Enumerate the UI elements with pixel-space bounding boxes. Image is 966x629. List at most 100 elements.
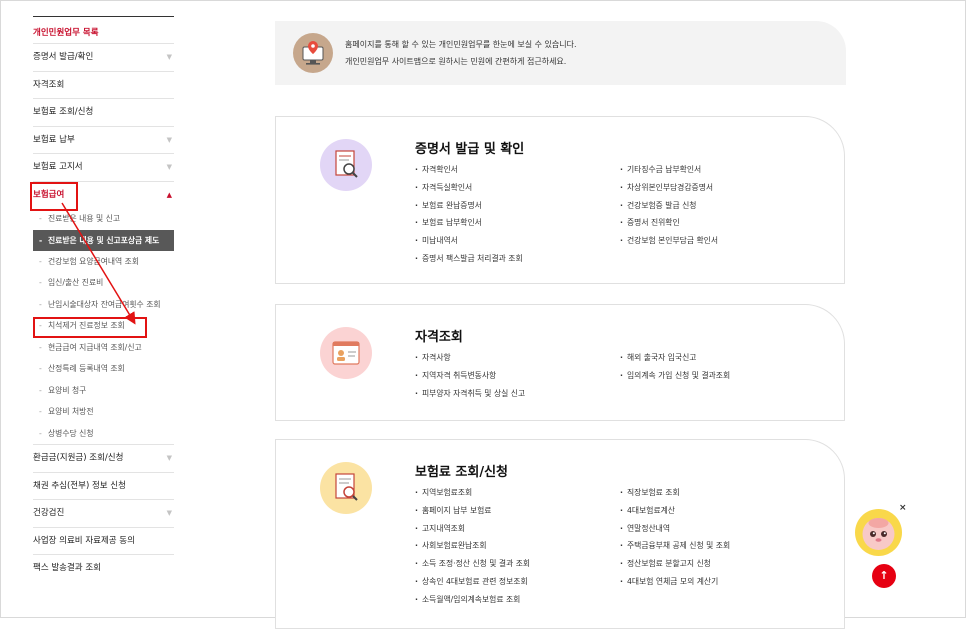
sidebar-sub-item[interactable]: - 난임시술대상자 잔여급여횟수 조회 (33, 294, 174, 316)
card-link[interactable]: 사회보험료완납조회 (415, 537, 530, 555)
card-link[interactable]: 주택금융부채 공제 신청 및 조회 (620, 537, 730, 555)
card-link[interactable]: 보험료 납부확인서 (415, 214, 523, 232)
card-title: 자격조회 (415, 330, 463, 345)
sidebar-item-label: 보험료 고지서 (33, 162, 83, 172)
sidebar-sub-item[interactable]: - 임신/출산 진료비 (33, 272, 174, 294)
dash-icon: - (39, 342, 42, 352)
chevron-down-icon: ▼ (166, 135, 172, 144)
sidebar-sub-item[interactable]: - 요양비 청구 (33, 380, 174, 402)
card-link[interactable]: 소득월액/임의계속보험료 조회 (415, 591, 530, 609)
banner-line-1: 홈페이지를 통해 할 수 있는 개인민원업무를 한눈에 보실 수 있습니다. (345, 40, 577, 49)
card-link[interactable]: 4대보험료계산 (620, 502, 730, 520)
card-link[interactable]: 임의계속 가입 신청 및 결과조회 (620, 367, 730, 385)
card-link[interactable]: 연말정산내역 (620, 520, 730, 538)
card-link[interactable]: 고지내역조회 (415, 520, 530, 538)
card-link[interactable]: 소득 조정·정산 신청 및 결과 조회 (415, 555, 530, 573)
dash-icon: - (39, 214, 42, 223)
card-certificate: 증명서 발급 및 확인 자격확인서자격득실확인서보험료 완납증명서보험료 납부확… (275, 116, 845, 284)
sidebar-item-0[interactable]: 증명서 발급/확인 ▼ (33, 43, 174, 71)
sidebar-heading: 개인민원업무 목록 (33, 28, 99, 38)
sidebar-sub-item[interactable]: - 상병수당 신청 (33, 423, 174, 445)
sidebar-item-label: 건강검진 (33, 508, 65, 518)
sidebar-sub-item-label: 현금급여 지급내역 조회/신고 (48, 342, 142, 352)
sidebar-item-label: 채권 추심(전부) 정보 신청 (33, 480, 126, 491)
chevron-down-icon: ▼ (166, 509, 172, 517)
dash-icon: - (39, 364, 42, 373)
card-link[interactable]: 건강보험증 발급 신청 (620, 197, 718, 215)
sidebar-item-after-4[interactable]: 팩스 발송결과 조회 (33, 554, 174, 582)
card-link[interactable]: 차상위본인부담경감증명서 (620, 179, 718, 197)
card-link[interactable]: 해외 출국자 입국신고 (620, 349, 730, 367)
certificate-search-icon (320, 139, 372, 191)
sidebar-item-after-1[interactable]: 채권 추심(전부) 정보 신청 (33, 471, 174, 500)
sidebar-item-label: 보험료 납부 (33, 134, 75, 145)
card-link[interactable]: 지역자격 취득변동사항 (415, 367, 525, 385)
card-left-list: 지역보험료조회홈페이지 납부 보험료고지내역조회사회보험료완납조회소득 조정·정… (415, 484, 530, 609)
sidebar-sub-item[interactable]: - 진료받은 내용 및 신고 (33, 208, 174, 230)
sidebar-sub-item[interactable]: - 진료받은 내용 및 신고포상금 제도 (33, 229, 174, 251)
sidebar-sub-item[interactable]: - 요양비 처방전 (33, 401, 174, 423)
sidebar-item-label: 사업장 의료비 자료제공 동의 (33, 535, 135, 546)
sidebar-item-3[interactable]: 보험료 납부 ▼ (33, 125, 174, 154)
close-icon[interactable]: × (899, 503, 907, 513)
monitor-location-icon (293, 33, 333, 73)
sidebar-item-after-2[interactable]: 건강검진 ▼ (33, 499, 174, 527)
sidebar-sub-item[interactable]: - 현금급여 지급내역 조회/신고 (33, 337, 174, 359)
card-left-list: 자격확인서자격득실확인서보험료 완납증명서보험료 납부확인서미납내역서증명서 팩… (415, 161, 523, 268)
sidebar-sub-item-label: 상병수당 신청 (48, 428, 94, 438)
card-title: 증명서 발급 및 확인 (415, 142, 525, 157)
card-right-list: 해외 출국자 입국신고임의계속 가입 신청 및 결과조회 (620, 349, 730, 385)
dash-icon: - (39, 235, 43, 245)
sidebar-item-after-3[interactable]: 사업장 의료비 자료제공 동의 (33, 526, 174, 555)
banner-line-2: 개인민원업무 사이트맵으로 원하시는 민원에 간편하게 접근하세요. (345, 57, 567, 66)
card-link[interactable]: 미납내역서 (415, 232, 523, 250)
card-link[interactable]: 자격득실확인서 (415, 179, 523, 197)
info-banner: 홈페이지를 통해 할 수 있는 개인민원업무를 한눈에 보실 수 있습니다. 개… (275, 21, 846, 85)
card-link[interactable]: 4대보험 연체금 모의 계산기 (620, 573, 730, 591)
sidebar-item-after-0[interactable]: 환급금(지원금) 조회/신청 ▼ (33, 444, 174, 472)
id-card-icon (320, 327, 372, 379)
annotation-box-scaling-info (33, 317, 147, 338)
sidebar-sub-item-label: 임신/출산 진료비 (48, 278, 104, 287)
sidebar-sub-item[interactable]: - 산정특례 등록내역 조회 (33, 358, 174, 380)
sidebar-item-label: 팩스 발송결과 조회 (33, 563, 101, 573)
card-right-list: 기타징수금 납부확인서차상위본인부담경감증명서건강보험증 발급 신청증명서 진위… (620, 161, 718, 250)
card-link[interactable]: 증명서 진위확인 (620, 214, 718, 232)
sidebar-sub-item-label: 건강보험 요양급여내역 조회 (48, 256, 140, 266)
card-link[interactable]: 정산보험료 분할고지 신청 (620, 555, 730, 573)
card-link[interactable]: 상속인 4대보험료 관련 정보조회 (415, 573, 530, 591)
sidebar-item-1[interactable]: 자격조회 (33, 70, 174, 99)
card-link[interactable]: 기타징수금 납부확인서 (620, 161, 718, 179)
scroll-top-button[interactable]: ↑ (872, 564, 896, 588)
chatbot-mascot-icon[interactable] (855, 509, 902, 556)
sidebar-nav: 개인민원업무 목록 증명서 발급/확인 ▼ 자격조회보험료 조회/신청보험료 납부 ▼… (33, 16, 174, 582)
card-link[interactable]: 지역보험료조회 (415, 484, 530, 502)
dash-icon: - (39, 385, 42, 395)
dash-icon: - (39, 256, 42, 266)
card-left-list: 자격사항지역자격 취득변동사항피부양자 자격취득 및 상실 신고 (415, 349, 525, 402)
chevron-down-icon: ▼ (166, 454, 172, 462)
sidebar-sub-item-label: 요양비 처방전 (48, 407, 94, 416)
card-link[interactable]: 자격확인서 (415, 161, 523, 179)
sidebar-item-label: 자격조회 (33, 79, 65, 90)
card-link[interactable]: 보험료 완납증명서 (415, 197, 523, 215)
sidebar-item-2[interactable]: 보험료 조회/신청 (33, 98, 174, 126)
card-link[interactable]: 피부양자 자격취득 및 상실 신고 (415, 385, 525, 403)
sidebar-item-4[interactable]: 보험료 고지서 ▼ (33, 153, 174, 181)
card-title: 보험료 조회/신청 (415, 465, 508, 480)
card-link[interactable]: 자격사항 (415, 349, 525, 367)
card-link[interactable]: 건강보험 본인부담금 확인서 (620, 232, 718, 250)
sidebar-sub-item-label: 요양비 청구 (48, 385, 87, 395)
card-right-list: 직장보험료 조회4대보험료계산연말정산내역주택금융부채 공제 신청 및 조회정산… (620, 484, 730, 591)
card-eligibility: 자격조회 자격사항지역자격 취득변동사항피부양자 자격취득 및 상실 신고 해외… (275, 304, 845, 421)
sidebar-sub-item[interactable]: - 건강보험 요양급여내역 조회 (33, 251, 174, 273)
chevron-down-icon: ▼ (166, 163, 172, 171)
card-link[interactable]: 증명서 팩스발급 처리결과 조회 (415, 250, 523, 268)
card-link[interactable]: 직장보험료 조회 (620, 484, 730, 502)
sidebar-item-label: 보험료 조회/신청 (33, 107, 94, 117)
dash-icon: - (39, 428, 42, 438)
sidebar-sub-item-label: 산정특례 등록내역 조회 (48, 364, 125, 373)
card-premium: 보험료 조회/신청 지역보험료조회홈페이지 납부 보험료고지내역조회사회보험료완… (275, 439, 845, 629)
sidebar-item-label: 환급금(지원금) 조회/신청 (33, 453, 124, 463)
card-link[interactable]: 홈페이지 납부 보험료 (415, 502, 530, 520)
